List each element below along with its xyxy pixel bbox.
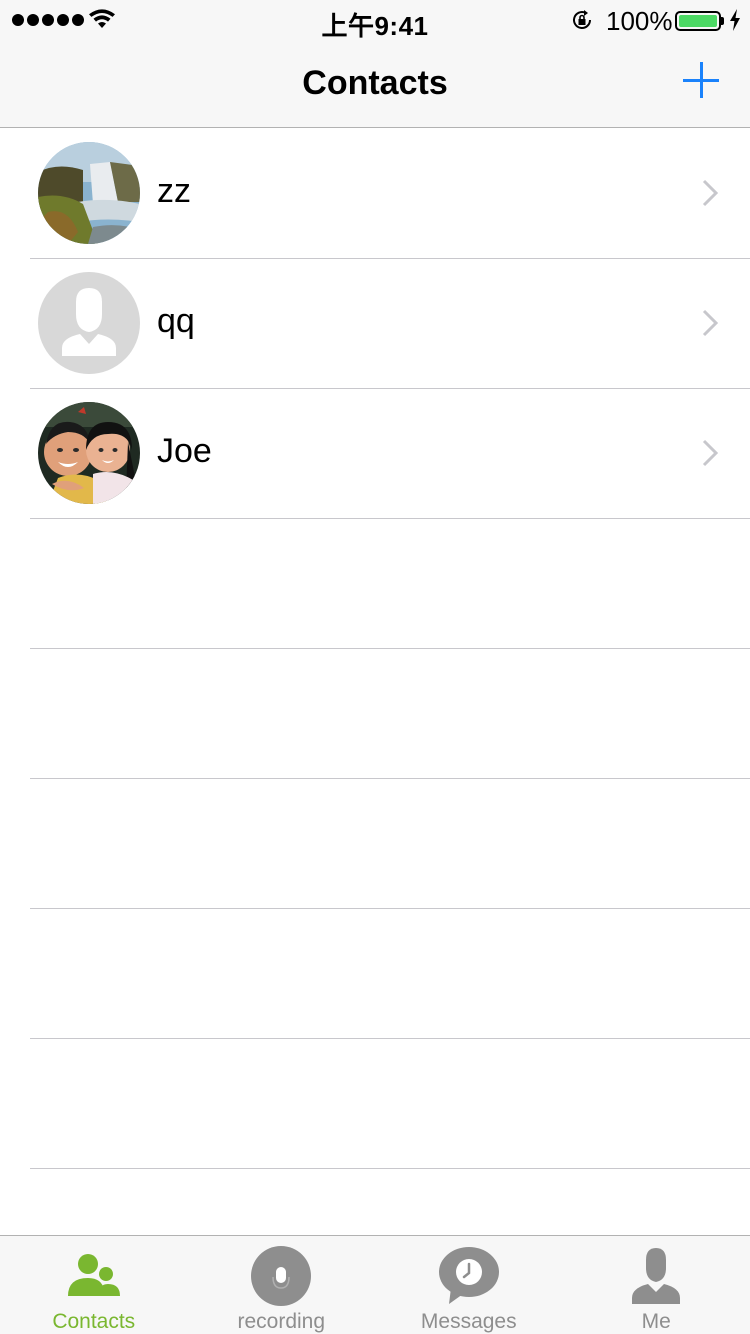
empty-row bbox=[0, 1039, 750, 1169]
add-contact-button[interactable] bbox=[676, 56, 726, 106]
person-icon bbox=[632, 1248, 681, 1304]
battery-icon bbox=[675, 11, 721, 31]
contact-list: zz qq Joe bbox=[0, 129, 750, 1169]
tab-bar: Contacts recording Messages Me bbox=[0, 1235, 750, 1334]
page-title: Contacts bbox=[302, 64, 448, 102]
empty-row bbox=[0, 909, 750, 1039]
tab-contacts[interactable]: Contacts bbox=[0, 1236, 188, 1334]
contact-name: Joe bbox=[157, 432, 212, 470]
chevron-right-icon bbox=[702, 179, 718, 207]
contact-name: zz bbox=[157, 172, 191, 210]
contact-row-zz[interactable]: zz bbox=[0, 129, 750, 259]
tab-label: Contacts bbox=[52, 1310, 136, 1333]
tab-me[interactable]: Me bbox=[563, 1236, 750, 1334]
navigation-bar: Contacts bbox=[0, 40, 750, 128]
avatar bbox=[38, 142, 140, 244]
chevron-right-icon bbox=[702, 309, 718, 337]
empty-row bbox=[0, 649, 750, 779]
rotation-lock-icon bbox=[573, 10, 591, 29]
avatar bbox=[38, 402, 140, 504]
empty-row bbox=[0, 779, 750, 909]
chevron-right-icon bbox=[702, 439, 718, 467]
default-avatar-icon bbox=[38, 272, 140, 374]
message-clock-icon bbox=[438, 1247, 499, 1304]
tab-label: Messages bbox=[420, 1310, 517, 1333]
contact-row-joe[interactable]: Joe bbox=[0, 389, 750, 519]
tab-label: recording bbox=[237, 1310, 326, 1333]
battery-tip bbox=[721, 17, 724, 25]
contact-row-qq[interactable]: qq bbox=[0, 259, 750, 389]
charging-bolt-icon bbox=[730, 9, 740, 31]
battery-fill bbox=[679, 15, 717, 27]
status-bar: 上午9:41 100% bbox=[0, 0, 750, 41]
microphone-icon bbox=[251, 1246, 312, 1306]
empty-row bbox=[0, 519, 750, 649]
battery-percentage: 100% bbox=[606, 6, 673, 36]
contacts-icon bbox=[67, 1254, 120, 1296]
tab-recording[interactable]: recording bbox=[188, 1236, 376, 1334]
tab-messages[interactable]: Messages bbox=[375, 1236, 563, 1334]
tab-label: Me bbox=[641, 1310, 671, 1333]
contact-name: qq bbox=[157, 302, 195, 340]
